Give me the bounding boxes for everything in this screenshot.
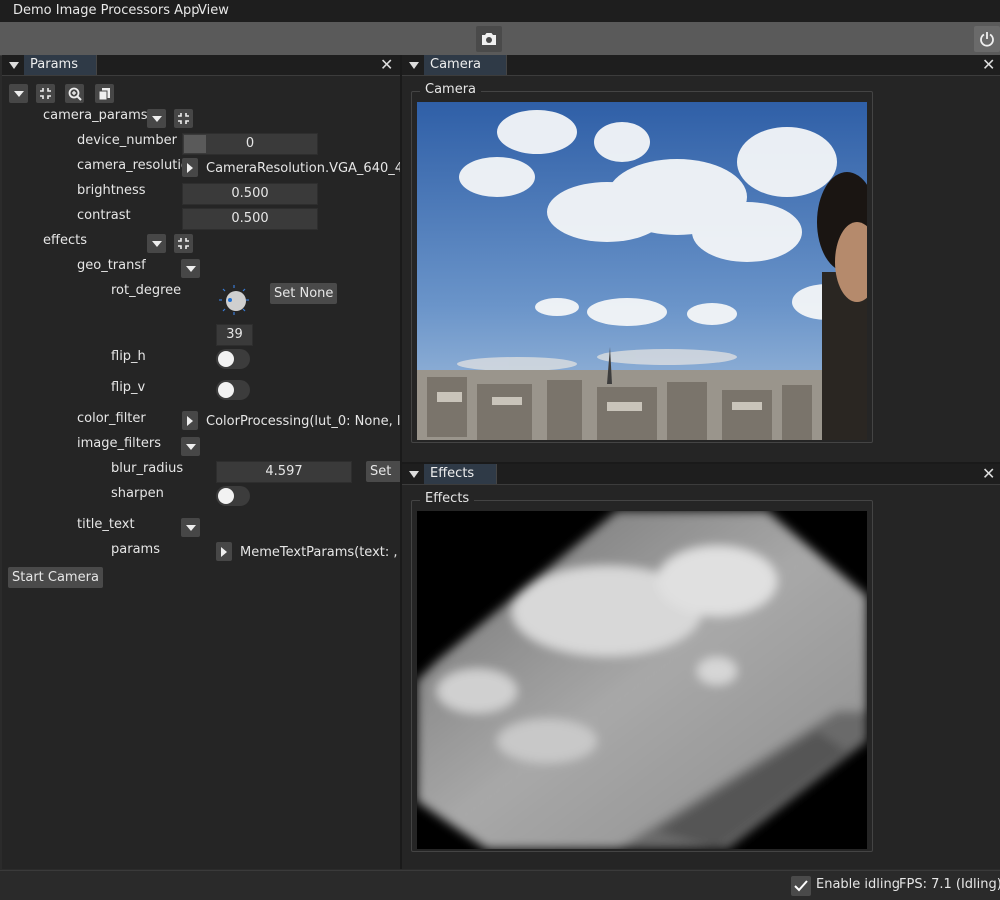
camera-titlebar: Camera ✕ (402, 55, 1000, 76)
enable-idling-checkbox[interactable] (791, 876, 811, 896)
image-filters-label: image_filters (77, 436, 162, 451)
rot-degree-input[interactable]: 39 (216, 324, 253, 346)
flip-h-toggle[interactable] (216, 349, 250, 369)
camera-resolution-expand[interactable] (182, 158, 198, 177)
params-panel: Params ✕ camera_params device_number 0 c… (2, 55, 420, 869)
close-icon[interactable]: ✕ (982, 464, 995, 484)
compress-icon[interactable] (36, 84, 55, 103)
camera-button[interactable] (476, 26, 502, 52)
blur-radius-slider[interactable]: 4.597 (216, 461, 352, 483)
enable-idling-label: Enable idling (816, 877, 900, 892)
params-value: MemeTextParams(text: , fo (240, 545, 400, 560)
camera-resolution-value: CameraResolution.VGA_640_480 (206, 161, 420, 176)
camera-image (417, 102, 867, 440)
params-expand[interactable] (216, 542, 232, 561)
params-titlebar: Params ✕ (2, 55, 400, 76)
camera-panel: Camera ✕ Camera (402, 55, 1000, 462)
tab-effects[interactable]: Effects (424, 464, 497, 484)
image-filters-toggle[interactable] (181, 437, 200, 456)
camera-group-title: Camera (420, 82, 482, 97)
rot-degree-set-none-button[interactable]: Set None (270, 283, 338, 304)
camera-resolution-label: camera_resolutio... (77, 158, 185, 173)
blur-radius-label: blur_radius (111, 461, 184, 476)
status-bar: Enable idling FPS: 7.1 (Idling) (0, 870, 1000, 900)
panel-menu-icon[interactable] (409, 62, 419, 69)
effects-image (417, 511, 867, 849)
rot-degree-knob[interactable] (218, 284, 250, 316)
start-camera-button[interactable]: Start Camera (8, 567, 103, 588)
title-text-toggle[interactable] (181, 518, 200, 537)
camera-params-toggle[interactable] (147, 109, 166, 128)
brightness-slider[interactable]: 0.500 (182, 183, 318, 205)
checkmark-icon (794, 880, 808, 892)
close-icon[interactable]: ✕ (982, 55, 995, 75)
contrast-label: contrast (77, 208, 131, 223)
contrast-slider[interactable]: 0.500 (182, 208, 318, 230)
menu-view[interactable]: View (192, 0, 235, 22)
camera-params-compress-icon[interactable] (174, 109, 193, 128)
close-icon[interactable]: ✕ (380, 55, 393, 75)
flip-v-toggle[interactable] (216, 380, 250, 400)
flip-h-label: flip_h (111, 349, 146, 364)
collapse-all-button[interactable] (9, 84, 28, 103)
menu-bar: Demo Image Processors App View (0, 0, 1000, 22)
flip-v-label: flip_v (111, 380, 146, 395)
sharpen-toggle[interactable] (216, 486, 250, 506)
geo-transf-label: geo_transf (77, 258, 146, 273)
effects-titlebar: Effects ✕ (402, 464, 1000, 485)
panel-menu-icon[interactable] (9, 62, 19, 69)
sharpen-label: sharpen (111, 486, 164, 501)
effects-panel: Effects ✕ Effects (402, 464, 1000, 869)
zoom-icon[interactable] (65, 84, 84, 103)
blur-radius-set-none-button[interactable]: Set N (366, 461, 404, 482)
copy-icon[interactable] (95, 84, 114, 103)
effects-label: effects (43, 233, 87, 248)
toolbar (0, 22, 1000, 56)
color-filter-label: color_filter (77, 411, 146, 426)
brightness-label: brightness (77, 183, 146, 198)
color-filter-expand[interactable] (182, 411, 198, 430)
camera-params-label: camera_params (43, 108, 148, 123)
camera-icon (482, 33, 496, 45)
geo-transf-toggle[interactable] (181, 259, 200, 278)
effects-compress-icon[interactable] (174, 234, 193, 253)
power-icon (980, 32, 994, 47)
device-number-slider[interactable]: 0 (182, 133, 318, 155)
effects-group-title: Effects (420, 491, 475, 506)
params-label: params (111, 542, 160, 557)
fps-readout: FPS: 7.1 (Idling) (899, 877, 1000, 892)
device-number-label: device_number (77, 133, 177, 148)
power-button[interactable] (974, 26, 1000, 52)
title-text-label: title_text (77, 517, 135, 532)
color-filter-value: ColorProcessing(lut_0: None, lut_ (206, 414, 400, 429)
rot-degree-label: rot_degree (111, 283, 182, 298)
tab-params[interactable]: Params (24, 55, 97, 75)
tab-camera[interactable]: Camera (424, 55, 507, 75)
menu-app[interactable]: Demo Image Processors App (7, 0, 206, 22)
slider-grab[interactable] (184, 135, 206, 153)
effects-toggle[interactable] (147, 234, 166, 253)
panel-menu-icon[interactable] (409, 471, 419, 478)
